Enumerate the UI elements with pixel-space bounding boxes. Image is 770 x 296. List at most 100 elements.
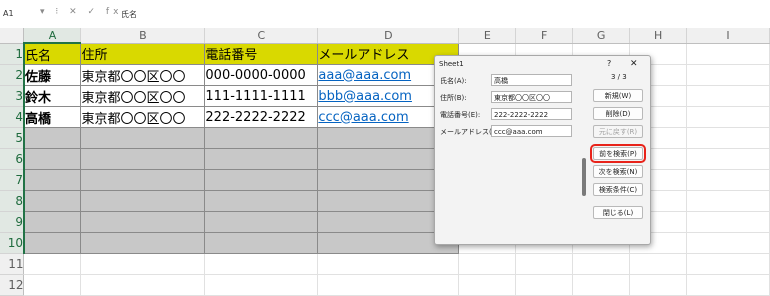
formula-controls[interactable]: ▾ ⁝ ✕ ✓ fx: [40, 7, 122, 17]
cell[interactable]: [458, 274, 517, 296]
row-header[interactable]: 2: [0, 64, 25, 86]
cell[interactable]: [80, 274, 206, 296]
record-scrollbar[interactable]: [582, 158, 586, 196]
cell[interactable]: [515, 253, 574, 275]
row-header[interactable]: 4: [0, 106, 25, 128]
cell-a4[interactable]: 高橋: [23, 106, 82, 128]
column-header-e[interactable]: E: [458, 28, 517, 44]
cell-a1[interactable]: 氏名: [23, 42, 82, 65]
cell-c1[interactable]: 電話番号: [204, 42, 319, 65]
cell[interactable]: [204, 211, 319, 233]
field-input-name[interactable]: 高橋: [491, 74, 572, 86]
cell[interactable]: [23, 169, 82, 191]
cell[interactable]: [80, 253, 206, 275]
cell[interactable]: [686, 211, 770, 233]
cell-b3[interactable]: 東京都〇〇区〇〇: [80, 85, 206, 107]
cell-b2[interactable]: 東京都〇〇区〇〇: [80, 64, 206, 86]
field-input-email[interactable]: ccc@aaa.com: [491, 125, 572, 137]
cell-b1[interactable]: 住所: [80, 42, 206, 65]
column-header-a[interactable]: A: [23, 28, 82, 44]
row-header[interactable]: 11: [0, 253, 25, 275]
cell-b4[interactable]: 東京都〇〇区〇〇: [80, 106, 206, 128]
close-button[interactable]: 閉じる(L): [593, 206, 643, 219]
cell[interactable]: [458, 253, 517, 275]
row-header[interactable]: 7: [0, 169, 25, 191]
cell[interactable]: [23, 274, 82, 296]
cell[interactable]: [23, 253, 82, 275]
new-button[interactable]: 新規(W): [593, 89, 643, 102]
formula-bar: A1 ▾ ⁝ ✕ ✓ fx 氏名: [0, 0, 770, 29]
cell[interactable]: [515, 274, 574, 296]
formula-content[interactable]: 氏名: [121, 9, 137, 20]
field-input-phone[interactable]: 222-2222-2222: [491, 108, 572, 120]
delete-button[interactable]: 削除(D): [593, 107, 643, 120]
cell[interactable]: [23, 148, 82, 170]
cell[interactable]: [204, 232, 319, 254]
cell[interactable]: [686, 253, 770, 275]
cell[interactable]: [686, 127, 770, 149]
cell[interactable]: [686, 232, 770, 254]
cell[interactable]: [80, 211, 206, 233]
cell[interactable]: [317, 274, 460, 296]
column-header-d[interactable]: D: [317, 28, 460, 44]
cell[interactable]: [317, 253, 460, 275]
column-header-b[interactable]: B: [80, 28, 206, 44]
help-icon[interactable]: ?: [607, 59, 611, 68]
cell[interactable]: [572, 274, 631, 296]
cell[interactable]: [204, 169, 319, 191]
cell-c2[interactable]: 000-0000-0000: [204, 64, 319, 86]
cell[interactable]: [80, 148, 206, 170]
cell[interactable]: [23, 211, 82, 233]
field-label-address: 住所(B):: [440, 94, 467, 102]
column-header-g[interactable]: G: [572, 28, 631, 44]
column-header-i[interactable]: I: [686, 28, 770, 44]
cell[interactable]: [23, 127, 82, 149]
cell-a2[interactable]: 佐藤: [23, 64, 82, 86]
row-header[interactable]: 9: [0, 211, 25, 233]
row-header[interactable]: 12: [0, 274, 25, 296]
cell[interactable]: [686, 43, 770, 65]
cell-a3[interactable]: 鈴木: [23, 85, 82, 107]
cell[interactable]: [204, 274, 319, 296]
row-header[interactable]: 1: [0, 43, 25, 65]
cell-c3[interactable]: 111-1111-1111: [204, 85, 319, 107]
cell[interactable]: [80, 190, 206, 212]
cell[interactable]: [686, 274, 770, 296]
cell[interactable]: [80, 169, 206, 191]
cell[interactable]: [686, 64, 770, 86]
row-header[interactable]: 8: [0, 190, 25, 212]
cell[interactable]: [23, 190, 82, 212]
row-header[interactable]: 10: [0, 232, 25, 254]
name-box[interactable]: A1: [3, 9, 43, 18]
row-header[interactable]: 3: [0, 85, 25, 107]
cell[interactable]: [686, 85, 770, 107]
cell[interactable]: [686, 169, 770, 191]
find-next-button[interactable]: 次を検索(N): [593, 165, 643, 178]
cell[interactable]: [204, 253, 319, 275]
cell[interactable]: [629, 274, 688, 296]
row-header[interactable]: 6: [0, 148, 25, 170]
find-prev-button[interactable]: 前を検索(P): [590, 144, 646, 163]
column-header-f[interactable]: F: [515, 28, 574, 44]
column-header-h[interactable]: H: [629, 28, 688, 44]
cell[interactable]: [686, 148, 770, 170]
cell[interactable]: [686, 106, 770, 128]
cell[interactable]: [23, 232, 82, 254]
cell[interactable]: [204, 148, 319, 170]
cell[interactable]: [204, 127, 319, 149]
cell-c4[interactable]: 222-2222-2222: [204, 106, 319, 128]
cell[interactable]: [629, 253, 688, 275]
restore-button[interactable]: 元に戻す(R): [593, 125, 643, 138]
close-icon[interactable]: ✕: [630, 59, 638, 69]
select-all-corner[interactable]: [0, 28, 25, 44]
cell[interactable]: [80, 127, 206, 149]
cell[interactable]: [686, 190, 770, 212]
row-header[interactable]: 5: [0, 127, 25, 149]
cell[interactable]: [204, 190, 319, 212]
criteria-button[interactable]: 検索条件(C): [593, 183, 643, 196]
cell[interactable]: [572, 253, 631, 275]
field-label-name: 氏名(A):: [440, 77, 467, 85]
field-input-address[interactable]: 東京都〇〇区〇〇: [491, 91, 572, 103]
column-header-c[interactable]: C: [204, 28, 319, 44]
cell[interactable]: [80, 232, 206, 254]
